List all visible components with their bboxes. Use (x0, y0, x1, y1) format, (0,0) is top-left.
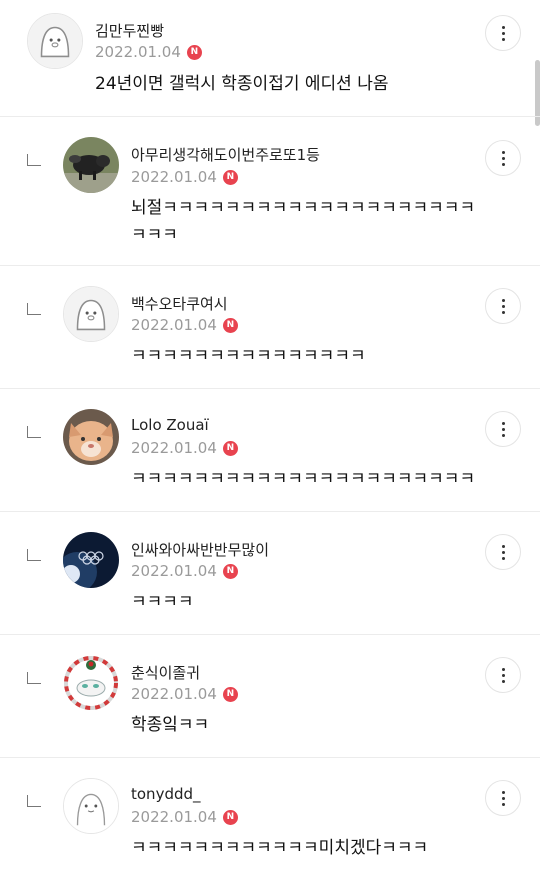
reply-item: 백수오타쿠여시 2022.01.04 N ㅋㅋㅋㅋㅋㅋㅋㅋㅋㅋㅋㅋㅋㅋㅋ (0, 266, 540, 389)
more-vertical-icon (501, 544, 505, 548)
comment-date: 2022.01.04 N (131, 685, 238, 703)
comment-date: 2022.01.04 N (131, 808, 238, 826)
comment-date: 2022.01.04 N (95, 43, 202, 61)
comment-text: ㅋㅋㅋㅋㅋㅋㅋㅋㅋㅋㅋㅋ미치겠다ㅋㅋㅋ (131, 838, 429, 858)
avatar[interactable] (63, 532, 119, 588)
comment-author[interactable]: Lolo Zouaï (131, 416, 209, 434)
new-badge: N (222, 809, 238, 825)
date-text: 2022.01.04 (131, 316, 217, 334)
more-options-button[interactable] (485, 534, 521, 570)
comment-date: 2022.01.04 N (131, 316, 238, 334)
date-text: 2022.01.04 (131, 685, 217, 703)
avatar[interactable] (63, 137, 119, 193)
date-text: 2022.01.04 (95, 43, 181, 61)
reply-arrow-icon (27, 303, 41, 315)
comment-date: 2022.01.04 N (131, 168, 238, 186)
reply-arrow-icon (27, 672, 41, 684)
more-options-button[interactable] (485, 288, 521, 324)
character-wreath-avatar (63, 655, 119, 711)
reply-item: 아무리생각해도이번주로또1등 2022.01.04 N 뇌절ㅋㅋㅋㅋㅋㅋㅋㅋㅋㅋ… (0, 117, 540, 266)
reply-arrow-icon (27, 426, 41, 438)
comment-author[interactable]: 아무리생각해도이번주로또1등 (131, 144, 320, 165)
date-text: 2022.01.04 (131, 168, 217, 186)
reply-arrow-icon (27, 795, 41, 807)
more-vertical-icon (501, 421, 505, 425)
reply-item: Lolo Zouaï 2022.01.04 N ㅋㅋㅋㅋㅋㅋㅋㅋㅋㅋㅋㅋㅋㅋㅋㅋ… (0, 389, 540, 512)
more-vertical-icon (501, 790, 505, 794)
comment-author[interactable]: tonyddd_ (131, 785, 201, 803)
comment-text: 학종잌ㅋㅋ (131, 715, 210, 735)
comment-author[interactable]: 김만두찐빵 (95, 20, 164, 41)
more-options-button[interactable] (485, 780, 521, 816)
comment-item: 김만두찐빵 2022.01.04 N 24년이면 갤럭시 학종이접기 에디션 나… (0, 0, 540, 117)
avatar[interactable] (63, 655, 119, 711)
avatar[interactable] (63, 778, 119, 834)
reply-arrow-icon (27, 154, 41, 166)
olympic-rings-avatar (63, 532, 119, 588)
default-penguin-avatar (64, 287, 118, 341)
more-vertical-icon (501, 667, 505, 671)
date-text: 2022.01.04 (131, 439, 217, 457)
comment-text: 24년이면 갤럭시 학종이접기 에디션 나옴 (95, 74, 389, 94)
new-badge: N (222, 686, 238, 702)
more-options-button[interactable] (485, 411, 521, 447)
reply-item: 춘식이졸귀 2022.01.04 N 학종잌ㅋㅋ (0, 635, 540, 758)
cat-photo-avatar (63, 409, 119, 465)
comment-author[interactable]: 인싸와아싸반반무많이 (131, 539, 269, 560)
date-text: 2022.01.04 (131, 808, 217, 826)
new-badge: N (222, 317, 238, 333)
new-badge: N (222, 440, 238, 456)
comment-text: ㅋㅋㅋㅋㅋㅋㅋㅋㅋㅋㅋㅋㅋㅋㅋㅋㅋㅋㅋㅋㅋㅋ (131, 469, 476, 489)
more-vertical-icon (501, 298, 505, 302)
comment-text: ㅋㅋㅋㅋ (131, 592, 194, 612)
comment-text: 뇌절ㅋㅋㅋㅋㅋㅋㅋㅋㅋㅋㅋㅋㅋㅋㅋㅋㅋㅋㅋㅋㅋㅋㅋ (131, 198, 476, 245)
new-badge: N (222, 169, 238, 185)
comment-author[interactable]: 백수오타쿠여시 (131, 293, 228, 314)
more-vertical-icon (501, 150, 505, 154)
pig-photo-avatar (63, 137, 119, 193)
reply-item: tonyddd_ 2022.01.04 N ㅋㅋㅋㅋㅋㅋㅋㅋㅋㅋㅋㅋ미치겠다ㅋㅋ… (0, 758, 540, 876)
avatar[interactable] (27, 13, 83, 69)
reply-item: 인싸와아싸반반무많이 2022.01.04 N ㅋㅋㅋㅋ (0, 512, 540, 635)
more-options-button[interactable] (485, 140, 521, 176)
new-badge: N (186, 44, 202, 60)
more-vertical-icon (501, 25, 505, 29)
avatar[interactable] (63, 286, 119, 342)
default-penguin-avatar (28, 14, 82, 68)
bear-drawing-avatar (64, 779, 118, 833)
comment-author[interactable]: 춘식이졸귀 (131, 662, 200, 683)
more-options-button[interactable] (485, 657, 521, 693)
more-options-button[interactable] (485, 15, 521, 51)
comment-text: ㅋㅋㅋㅋㅋㅋㅋㅋㅋㅋㅋㅋㅋㅋㅋ (131, 346, 366, 366)
date-text: 2022.01.04 (131, 562, 217, 580)
comment-date: 2022.01.04 N (131, 439, 238, 457)
new-badge: N (222, 563, 238, 579)
comment-date: 2022.01.04 N (131, 562, 238, 580)
reply-arrow-icon (27, 549, 41, 561)
avatar[interactable] (63, 409, 119, 465)
